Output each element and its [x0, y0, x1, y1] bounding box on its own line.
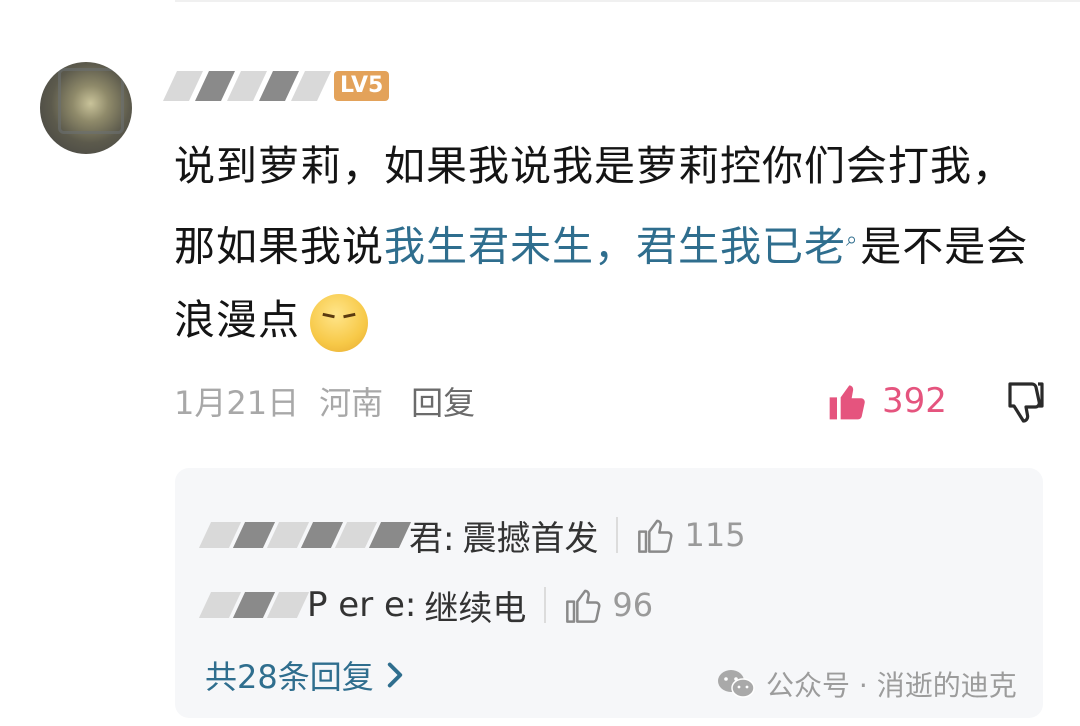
- divider: [616, 517, 619, 553]
- reply-button[interactable]: 回复: [411, 378, 475, 424]
- reply-author: P er e:: [307, 585, 417, 625]
- more-replies-link[interactable]: 共28条回复: [205, 652, 404, 698]
- reply-text: 震撼首发: [462, 518, 599, 559]
- watermark-text: 公众号 · 消逝的迪克: [766, 669, 1017, 702]
- reply-author-masked: P er e:: [198, 585, 417, 625]
- search-highlight-link[interactable]: 我生君未生，君生我已老: [384, 223, 846, 271]
- more-replies-label: 共28条回复: [205, 658, 374, 696]
- watermark: 公众号 · 消逝的迪克: [716, 664, 1017, 704]
- reply-item[interactable]: 君: 震撼首发 115: [198, 510, 746, 560]
- divider: [544, 587, 547, 623]
- comment-location: 河南: [319, 384, 384, 422]
- like-count: 392: [882, 381, 947, 421]
- reply-author-masked: 君:: [198, 511, 455, 560]
- reply-like-count: 96: [612, 586, 654, 624]
- comment-date: 1月21日: [174, 384, 300, 422]
- wechat-icon: [718, 670, 755, 698]
- level-badge: LV5: [334, 71, 390, 101]
- avatar[interactable]: [40, 62, 132, 154]
- thumb-up-outline-icon[interactable]: [564, 585, 604, 625]
- reply-text: 继续电: [424, 588, 527, 629]
- thumb-up-outline-icon[interactable]: [636, 515, 676, 555]
- reply-author: 君:: [409, 518, 455, 559]
- chevron-right-icon: [387, 662, 402, 688]
- reply-like-count: 115: [684, 516, 746, 554]
- like-button[interactable]: 392: [826, 378, 947, 424]
- username-masked[interactable]: LV5: [163, 66, 390, 106]
- mosaic-block: [368, 522, 412, 548]
- mosaic-block: [291, 71, 331, 101]
- thumb-up-filled-icon: [829, 385, 865, 420]
- search-icon[interactable]: ⌕: [846, 227, 858, 251]
- top-divider: [175, 0, 1080, 2]
- comment-meta: 1月21日 河南 回复: [174, 378, 495, 424]
- thumb-down-icon[interactable]: [1000, 378, 1048, 426]
- smug-face-emoji-icon: [310, 293, 368, 352]
- reply-item[interactable]: P er e: 继续电 96: [198, 580, 654, 630]
- comment-text: 说到萝莉，如果我说我是萝莉控你们会打我，那如果我说我生君未生，君生我已老⌕是不是…: [174, 130, 1044, 357]
- mosaic-block: [266, 592, 310, 618]
